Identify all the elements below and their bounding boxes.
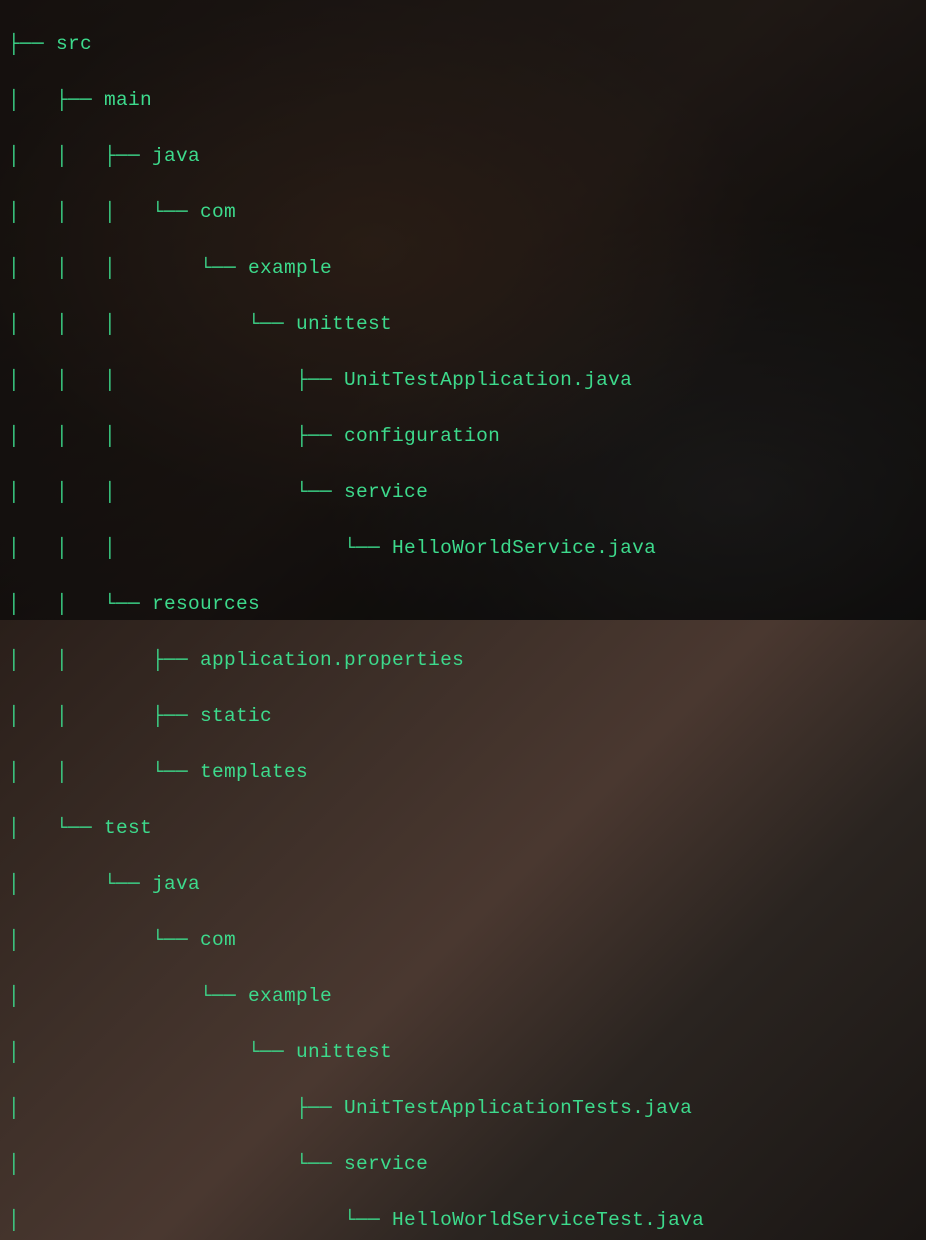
tree-line: │ │ │ └── unittest: [8, 310, 918, 338]
tree-line: │ ├── UnitTestApplicationTests.java: [8, 1094, 918, 1122]
tree-line: │ └── HelloWorldServiceTest.java: [8, 1206, 918, 1234]
tree-line: │ │ │ ├── configuration: [8, 422, 918, 450]
tree-line: │ └── example: [8, 982, 918, 1010]
terminal-output: ├── src │ ├── main │ │ ├── java │ │ │ └─…: [0, 0, 926, 1240]
tree-line: │ │ └── templates: [8, 758, 918, 786]
tree-line: │ │ ├── static: [8, 702, 918, 730]
tree-line: │ │ │ └── example: [8, 254, 918, 282]
tree-line: │ └── java: [8, 870, 918, 898]
tree-line: │ └── test: [8, 814, 918, 842]
tree-line: │ │ │ └── service: [8, 478, 918, 506]
tree-line: ├── src: [8, 30, 918, 58]
tree-line: │ └── com: [8, 926, 918, 954]
tree-line: │ │ ├── application.properties: [8, 646, 918, 674]
tree-line: │ │ └── resources: [8, 590, 918, 618]
tree-line: │ │ │ └── com: [8, 198, 918, 226]
tree-line: │ └── service: [8, 1150, 918, 1178]
tree-line: │ ├── main: [8, 86, 918, 114]
tree-line: │ │ ├── java: [8, 142, 918, 170]
tree-line: │ │ │ └── HelloWorldService.java: [8, 534, 918, 562]
tree-line: │ │ │ ├── UnitTestApplication.java: [8, 366, 918, 394]
tree-line: │ └── unittest: [8, 1038, 918, 1066]
